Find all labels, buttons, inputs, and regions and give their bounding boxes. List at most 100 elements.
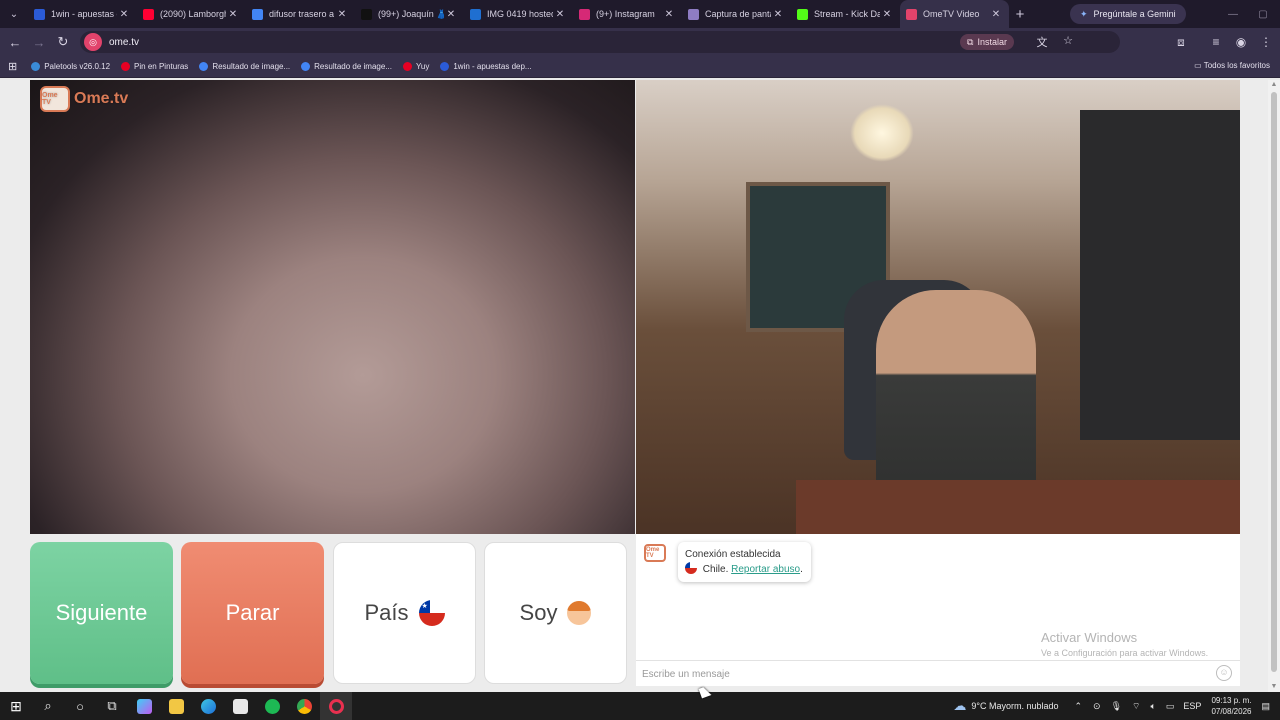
gender-label: Soy [519, 600, 558, 625]
activate-windows-title: Activar Windows [1041, 630, 1138, 645]
browser-tab[interactable]: OmeTV Video ✕ [900, 0, 1009, 28]
close-tab-icon[interactable]: ✕ [880, 9, 894, 20]
bookmark-label: Pin en Pinturas [134, 62, 189, 71]
bookmarks-bar: ⊞ Paletools v26.0.12 Pin en Pinturas Resul… [0, 56, 1280, 78]
opera-gx-icon[interactable] [320, 692, 352, 720]
apps-grid-icon[interactable]: ⊞ [8, 60, 17, 73]
close-tab-icon[interactable]: ✕ [444, 9, 458, 20]
boy-emoji-icon [567, 601, 592, 625]
self-video [636, 80, 1240, 534]
scroll-thumb[interactable] [1271, 92, 1277, 672]
close-tab-icon[interactable]: ✕ [771, 9, 785, 20]
close-tab-icon[interactable]: ✕ [989, 9, 1003, 20]
emoji-icon[interactable]: ☺ [1216, 665, 1232, 681]
browser-tab[interactable]: (99+) Joaquín 👗 ✕ [355, 0, 464, 28]
new-tab-button[interactable]: + [1009, 6, 1031, 23]
store-icon[interactable] [224, 692, 256, 720]
all-favorites-button[interactable]: ▭ Todos los favoritos [1194, 61, 1270, 70]
back-icon[interactable]: ← [3, 28, 27, 56]
close-tab-icon[interactable]: ✕ [117, 9, 131, 20]
menu-dots-icon[interactable]: ⋮ [1255, 28, 1277, 56]
bookmark-label: Resultado de image... [314, 62, 392, 71]
bookmark-label: Yuy [415, 62, 430, 71]
close-tab-icon[interactable]: ✕ [226, 9, 240, 20]
spotify-icon[interactable] [256, 692, 288, 720]
camera-icon[interactable]: ⊙ [1093, 701, 1101, 712]
wifi-icon[interactable]: ⌔ [1132, 701, 1140, 712]
tiktok-icon [361, 8, 372, 20]
browser-tab[interactable]: Stream - Kick Da ✕ [791, 0, 900, 28]
gemini-label: Pregúntale a Gemini [1093, 9, 1176, 19]
country-label: País [364, 600, 409, 625]
country-button[interactable]: País ★ [333, 542, 476, 684]
bookmark-label: Resultado de image... [212, 62, 291, 71]
chrome-icon[interactable] [288, 692, 320, 720]
close-tab-icon[interactable]: ✕ [553, 9, 567, 20]
url-text[interactable]: ome.tv [109, 37, 139, 48]
scroll-up-icon[interactable]: ▲ [1270, 81, 1278, 89]
microphone-icon[interactable]: 🎙︎ [1111, 701, 1122, 712]
minimize-button[interactable]: — [1218, 0, 1248, 28]
translate-icon[interactable]: ⽂ [1034, 34, 1050, 50]
report-abuse-link[interactable]: Reportar abuso [731, 564, 800, 575]
stop-button[interactable]: Parar [181, 542, 324, 684]
task-view-icon[interactable]: ⧉ [96, 692, 128, 720]
bookmark-star-icon[interactable]: ☆ [1060, 34, 1076, 50]
gender-button[interactable]: Soy [484, 542, 627, 684]
ometv-chat-logo-icon: Ome TV [644, 544, 666, 562]
ometv-icon [906, 8, 917, 20]
site-info-icon[interactable]: ◎ [84, 33, 102, 51]
tray-chevron-icon[interactable]: ⌃ [1075, 701, 1083, 712]
tab-title: OmeTV Video [923, 9, 980, 19]
bookmark-favicon-icon [402, 62, 412, 71]
dark-wall-shape [1080, 110, 1240, 440]
clock-date: 07/08/2026 [1211, 707, 1252, 716]
browser-tab[interactable]: IMG 0419 hosted ✕ [464, 0, 573, 28]
file-explorer-icon[interactable] [160, 692, 192, 720]
browser-tab[interactable]: Captura de panta ✕ [682, 0, 791, 28]
extensions-icon[interactable]: ⧈ [1170, 28, 1192, 56]
bookmark-item[interactable]: Paletools v26.0.12 [31, 62, 110, 71]
close-tab-icon[interactable]: ✕ [335, 9, 349, 20]
profile-avatar-icon[interactable]: ◉ [1230, 28, 1252, 56]
scroll-down-icon[interactable]: ▼ [1270, 683, 1278, 691]
bookmark-item[interactable]: Resultado de image... [301, 62, 392, 71]
copilot-icon[interactable] [128, 692, 160, 720]
gemini-button[interactable]: ✦ Pregúntale a Gemini [1070, 4, 1186, 24]
volume-icon[interactable]: 🔈︎ [1151, 701, 1156, 712]
bookmark-item[interactable]: 1win - apuestas dep... [440, 62, 532, 71]
folder-icon: ▭ [1194, 61, 1202, 70]
bookmark-item[interactable]: Resultado de image... [199, 62, 290, 71]
browser-tab[interactable]: (9+) Instagram ✕ [573, 0, 682, 28]
close-tab-icon[interactable]: ✕ [662, 9, 676, 20]
forward-icon[interactable]: → [27, 28, 51, 56]
edge-icon[interactable] [192, 692, 224, 720]
reading-list-icon[interactable]: ≡ [1205, 28, 1227, 56]
browser-tab[interactable]: (2090) Lamborgh ✕ [137, 0, 246, 28]
language-indicator[interactable]: ESP [1183, 701, 1201, 711]
browser-tab[interactable]: 1win - apuestas d ✕ [28, 0, 137, 28]
bookmark-label: 1win - apuestas dep... [453, 62, 532, 71]
browser-tab[interactable]: difusor trasero a ✕ [246, 0, 355, 28]
message-input[interactable] [642, 666, 1202, 682]
page-scrollbar[interactable]: ▲ ▼ [1268, 80, 1280, 692]
next-button[interactable]: Siguiente [30, 542, 173, 684]
ometv-logo: Ome TV Ome.tv [40, 86, 128, 112]
chat-panel: Ome TV Conexión establecida Chile. Repor… [636, 534, 1240, 686]
install-icon: ⧉ [967, 36, 974, 47]
search-icon[interactable]: ⌕ [32, 692, 64, 720]
windows-start-icon[interactable]: ⊞ [0, 692, 32, 720]
cortana-icon[interactable]: ○ [64, 692, 96, 720]
battery-icon[interactable]: ▭ [1166, 701, 1175, 712]
weather-widget[interactable]: ☁ 9°C Mayorm. nublado [953, 698, 1058, 714]
reload-icon[interactable]: ↻ [51, 28, 75, 56]
tab-search-icon[interactable]: ⌄ [0, 0, 28, 28]
maximize-button[interactable]: ▢ [1248, 0, 1278, 28]
bookmark-item[interactable]: Yuy [402, 62, 430, 71]
clock[interactable]: 09:13 p. m. 07/08/2026 [1211, 695, 1251, 717]
system-message: Conexión establecida Chile. Reportar abu… [678, 542, 811, 582]
address-bar[interactable]: ◎ ome.tv ⽂ ☆ ⧉ Instalar [80, 31, 1120, 53]
install-button[interactable]: ⧉ Instalar [960, 34, 1014, 50]
notifications-icon[interactable]: ▤ [1261, 701, 1270, 712]
bookmark-item[interactable]: Pin en Pinturas [121, 62, 188, 71]
